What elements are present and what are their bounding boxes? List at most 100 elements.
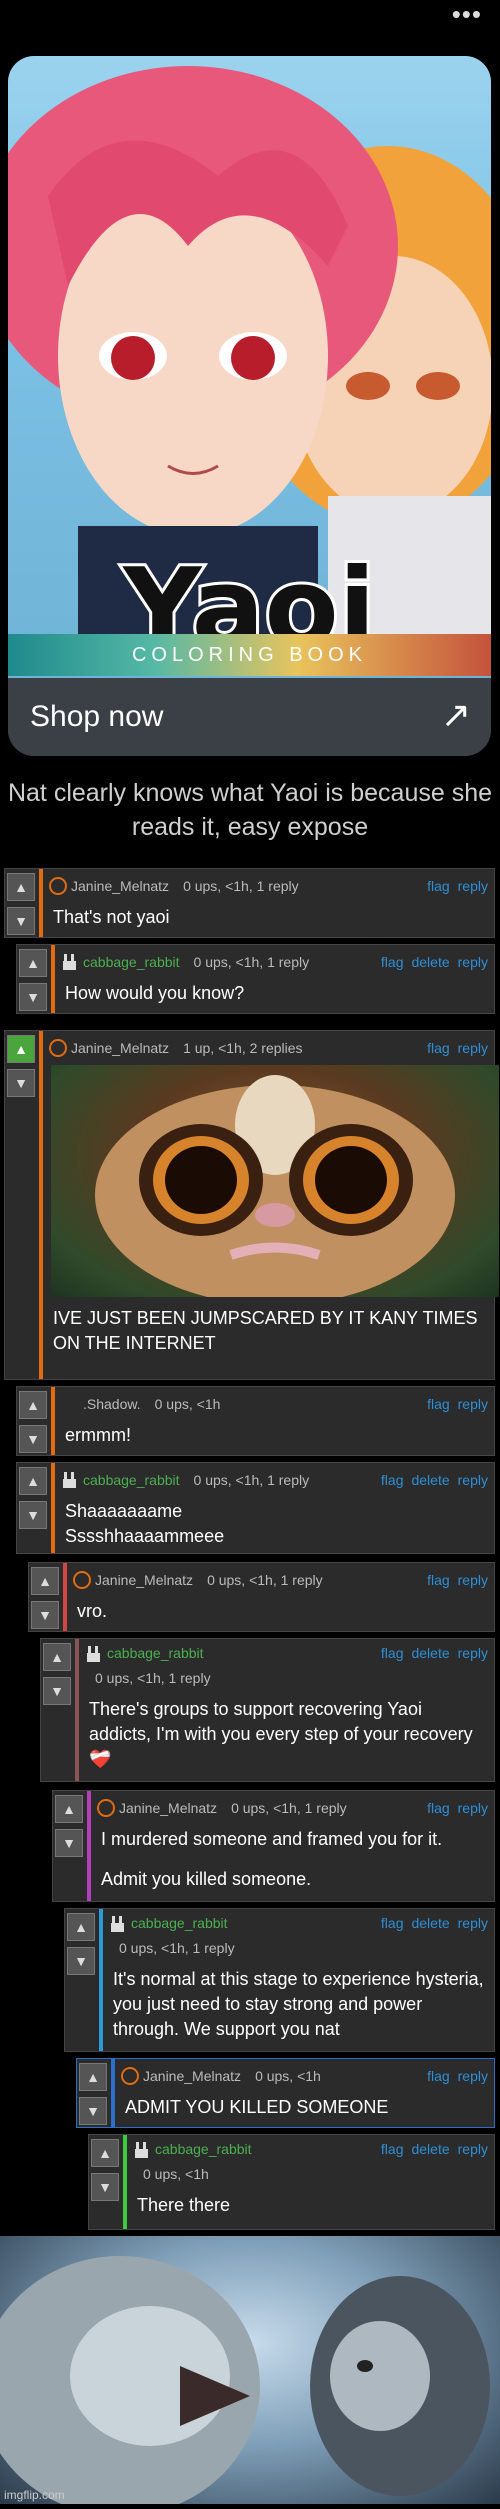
reply-link[interactable]: reply	[458, 1396, 488, 1412]
comment-text: I murdered someone and framed you for it…	[101, 1829, 443, 1849]
delete-link[interactable]: delete	[411, 1645, 449, 1661]
username[interactable]: .Shadow.	[83, 1396, 141, 1412]
downvote-icon[interactable]: ▼	[43, 1677, 71, 1705]
username[interactable]: Janine_Melnatz	[119, 1800, 217, 1816]
comment-meta: 0 ups, <1h, 1 reply	[183, 878, 299, 894]
username[interactable]: Janine_Melnatz	[71, 878, 169, 894]
meme-caption: Nat clearly knows what Yaoi is because s…	[7, 779, 493, 841]
delete-link[interactable]: delete	[411, 1915, 449, 1931]
downvote-icon[interactable]: ▼	[7, 1069, 35, 1097]
flag-link[interactable]: flag	[381, 2141, 404, 2157]
rabbit-avatar-icon	[133, 2141, 151, 2159]
downvote-icon[interactable]: ▼	[19, 983, 47, 1011]
reply-link[interactable]: reply	[458, 2068, 488, 2084]
username[interactable]: Janine_Melnatz	[143, 2068, 241, 2084]
delete-link[interactable]: delete	[411, 954, 449, 970]
delete-link[interactable]: delete	[411, 2141, 449, 2157]
comment: ▲ ▼ cabbage_rabbit flag delete reply 0 ups, <…	[64, 1908, 495, 2052]
username[interactable]: cabbage_rabbit	[155, 2141, 252, 2157]
upvote-icon[interactable]: ▲	[67, 1913, 95, 1941]
lion-monkey-image: imgflip.com	[0, 2236, 500, 2509]
flag-link[interactable]: flag	[381, 1915, 404, 1931]
upvote-icon[interactable]: ▲	[19, 949, 47, 977]
comment-text: ermmm!	[65, 1425, 131, 1445]
downvote-icon[interactable]: ▼	[55, 1829, 83, 1857]
comment-text: How would you know?	[65, 983, 245, 1003]
more-options-icon[interactable]: •••	[452, 1, 482, 27]
username[interactable]: cabbage_rabbit	[107, 1645, 204, 1661]
ad-artwork: Yaoi COLORING BOOK	[8, 56, 491, 678]
downvote-icon[interactable]: ▼	[7, 907, 35, 935]
reply-link[interactable]: reply	[458, 1645, 488, 1661]
comment: ▲ ▼ Janine_Melnatz 0 ups, <1h, 1 reply flag…	[28, 1562, 495, 1632]
downvote-icon[interactable]: ▼	[31, 1601, 59, 1629]
upvote-icon[interactable]: ▲	[19, 1391, 47, 1419]
upvote-icon[interactable]: ▲	[43, 1643, 71, 1671]
upvote-icon[interactable]: ▲	[7, 873, 35, 901]
comment-text: vro.	[77, 1601, 108, 1621]
comment-meta: 0 ups, <1h, 1 reply	[207, 1572, 323, 1588]
username[interactable]: cabbage_rabbit	[83, 1472, 180, 1488]
downvote-icon[interactable]: ▼	[91, 2173, 119, 2201]
reply-link[interactable]: reply	[458, 1040, 488, 1056]
flag-link[interactable]: flag	[427, 2068, 450, 2084]
avatar	[49, 1039, 67, 1057]
comment-meta: 0 ups, <1h	[255, 2068, 321, 2084]
downvote-icon[interactable]: ▼	[79, 2097, 107, 2125]
flag-link[interactable]: flag	[427, 1396, 450, 1412]
username[interactable]: cabbage_rabbit	[83, 954, 180, 970]
comment: ▲ ▼ Janine_Melnatz 1 up, <1h, 2 replies fla…	[4, 1030, 499, 1380]
comment-text: Shaaaaaaame Sssshhaaaammeee	[65, 1501, 225, 1546]
reply-link[interactable]: reply	[458, 2141, 488, 2157]
avatar	[61, 1395, 79, 1413]
comment-text: It's normal at this stage to experience …	[113, 1969, 484, 2039]
flag-link[interactable]: flag	[381, 954, 404, 970]
reply-link[interactable]: reply	[458, 1800, 488, 1816]
reply-link[interactable]: reply	[458, 1572, 488, 1588]
ad-card[interactable]: Yaoi COLORING BOOK Shop now ↗	[8, 56, 491, 756]
upvote-icon[interactable]: ▲	[19, 1467, 47, 1495]
rabbit-avatar-icon	[61, 1471, 79, 1489]
ad-footer[interactable]: Shop now ↗	[8, 678, 491, 756]
ad-subtitle: COLORING BOOK	[8, 634, 491, 676]
reply-link[interactable]: reply	[458, 1472, 488, 1488]
reply-link[interactable]: reply	[458, 954, 488, 970]
flag-link[interactable]: flag	[427, 1572, 450, 1588]
arrow-up-right-icon[interactable]: ↗	[441, 694, 471, 736]
upvote-icon[interactable]: ▲	[55, 1795, 83, 1823]
upvote-icon[interactable]: ▲	[79, 2063, 107, 2091]
comment-meta: 0 ups, <1h, 1 reply	[119, 1940, 235, 1956]
comment: ▲ ▼ .Shadow. 0 ups, <1h flag reply ermmm!	[16, 1386, 495, 1456]
comment-meta: 0 ups, <1h, 1 reply	[193, 954, 310, 970]
flag-link[interactable]: flag	[427, 1800, 450, 1816]
avatar	[49, 877, 67, 895]
rabbit-avatar-icon	[85, 1645, 103, 1663]
avatar	[73, 1571, 91, 1589]
username[interactable]: cabbage_rabbit	[131, 1915, 228, 1931]
flag-link[interactable]: flag	[381, 1472, 404, 1488]
reply-link[interactable]: reply	[458, 878, 488, 894]
username[interactable]: Janine_Melnatz	[95, 1572, 193, 1588]
upvote-icon[interactable]: ▲	[31, 1567, 59, 1595]
username[interactable]: Janine_Melnatz	[71, 1040, 169, 1056]
downvote-icon[interactable]: ▼	[19, 1425, 47, 1453]
comment-meta: 0 ups, <1h	[154, 1396, 221, 1412]
flag-link[interactable]: flag	[381, 1645, 404, 1661]
comment: ▲ ▼ cabbage_rabbit 0 ups, <1h, 1 reply flag…	[16, 1462, 495, 1554]
mort-face-image[interactable]	[51, 1065, 499, 1305]
delete-link[interactable]: delete	[411, 1472, 449, 1488]
comment: ▲ ▼ cabbage_rabbit flag delete reply 0 ups, <…	[88, 2134, 495, 2230]
comment-text: There's groups to support recovering Yao…	[89, 1699, 473, 1769]
reply-link[interactable]: reply	[458, 1915, 488, 1931]
comment: ▲ ▼ Janine_Melnatz 0 ups, <1h, 1 reply flag…	[4, 868, 495, 938]
flag-link[interactable]: flag	[427, 1040, 450, 1056]
avatar	[97, 1799, 115, 1817]
upvote-icon[interactable]: ▲	[91, 2139, 119, 2167]
comment-text: ADMIT YOU KILLED SOMEONE	[125, 2097, 389, 2117]
shop-now-button[interactable]: Shop now	[30, 700, 163, 734]
downvote-icon[interactable]: ▼	[67, 1947, 95, 1975]
upvote-icon[interactable]: ▲	[7, 1035, 35, 1063]
comment: ▲ ▼ Janine_Melnatz 0 ups, <1h flag reply ADM…	[76, 2058, 495, 2128]
downvote-icon[interactable]: ▼	[19, 1501, 47, 1529]
flag-link[interactable]: flag	[427, 878, 450, 894]
